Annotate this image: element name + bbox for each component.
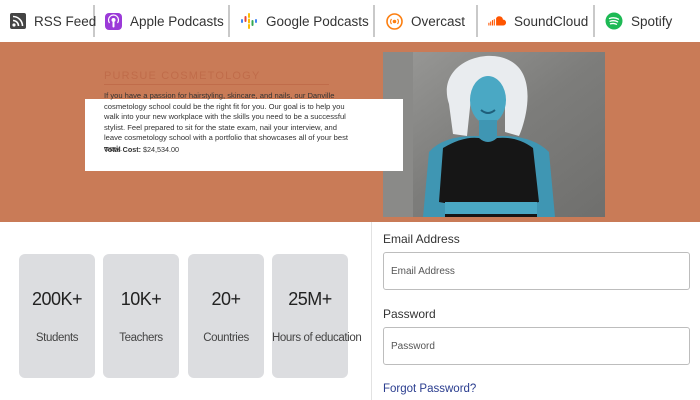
- hero-photo-illustration: [383, 52, 605, 217]
- forgot-password-link[interactable]: Forgot Password?: [383, 383, 476, 395]
- podcast-link-label: Google Podcasts: [266, 13, 369, 29]
- stat-card-students: 200K+ Students: [19, 254, 95, 378]
- hero-description-line: stylist. Feel prepared to sit for the st…: [104, 122, 337, 132]
- stat-value: 200K+: [31, 289, 83, 309]
- stat-label: Students: [35, 332, 79, 344]
- apple-podcasts-icon: [105, 12, 122, 30]
- hero-description-line: cosmetology school could be the right fi…: [104, 101, 345, 111]
- stat-label: Hours of education: [272, 332, 362, 344]
- rss-icon: [10, 12, 26, 30]
- podcast-link-google[interactable]: Google Podcasts: [230, 5, 375, 37]
- stat-label: Teachers: [119, 332, 163, 344]
- stat-value: 20+: [211, 289, 241, 309]
- password-label: Password: [383, 307, 436, 321]
- podcast-link-label: SoundCloud: [514, 13, 589, 29]
- stat-label: Countries: [203, 332, 249, 344]
- podcast-link-label: Overcast: [411, 13, 466, 29]
- total-cost: Total Cost: $24,534.00: [104, 145, 179, 154]
- section-divider: [371, 222, 372, 400]
- hero-description-line: If you have a passion for hairstyling, s…: [104, 91, 335, 100]
- stat-card-hours: 25M+ Hours of education: [272, 254, 362, 378]
- podcast-link-apple[interactable]: Apple Podcasts: [95, 5, 230, 37]
- podcast-link-label: Apple Podcasts: [130, 13, 224, 29]
- soundcloud-icon: [488, 12, 506, 30]
- total-cost-value: $24,534.00: [143, 145, 179, 154]
- podcast-links-bar: RSS Feed Apple Podcasts Google Podcasts …: [0, 0, 700, 42]
- spotify-icon: [605, 12, 623, 30]
- hero-title-underline: [104, 84, 329, 85]
- podcast-link-label: Spotify: [631, 13, 673, 29]
- podcast-link-spotify[interactable]: Spotify: [595, 5, 700, 37]
- podcast-link-label: RSS Feed: [34, 13, 97, 29]
- stat-card-teachers: 10K+ Teachers: [103, 254, 179, 378]
- google-podcasts-icon: [240, 12, 258, 30]
- podcast-link-rss[interactable]: RSS Feed: [0, 5, 97, 37]
- email-label: Email Address: [383, 232, 460, 246]
- hero-photo: [383, 52, 605, 217]
- total-cost-label: Total Cost:: [104, 145, 141, 154]
- stat-card-countries: 20+ Countries: [188, 254, 264, 378]
- stat-value: 25M+: [288, 289, 332, 309]
- email-input[interactable]: [383, 252, 690, 290]
- podcast-link-soundcloud[interactable]: SoundCloud: [478, 5, 595, 37]
- stat-value: 10K+: [120, 289, 162, 309]
- hero-description-line: walk into your new workplace with the sk…: [104, 112, 346, 121]
- podcast-link-overcast[interactable]: Overcast: [375, 5, 478, 37]
- password-input[interactable]: [383, 327, 690, 365]
- hero-title: PURSUE COSMETOLOGY: [104, 70, 261, 82]
- overcast-icon: [385, 12, 403, 30]
- hero-description-line: leave cosmetology school with a portfoli…: [104, 133, 348, 142]
